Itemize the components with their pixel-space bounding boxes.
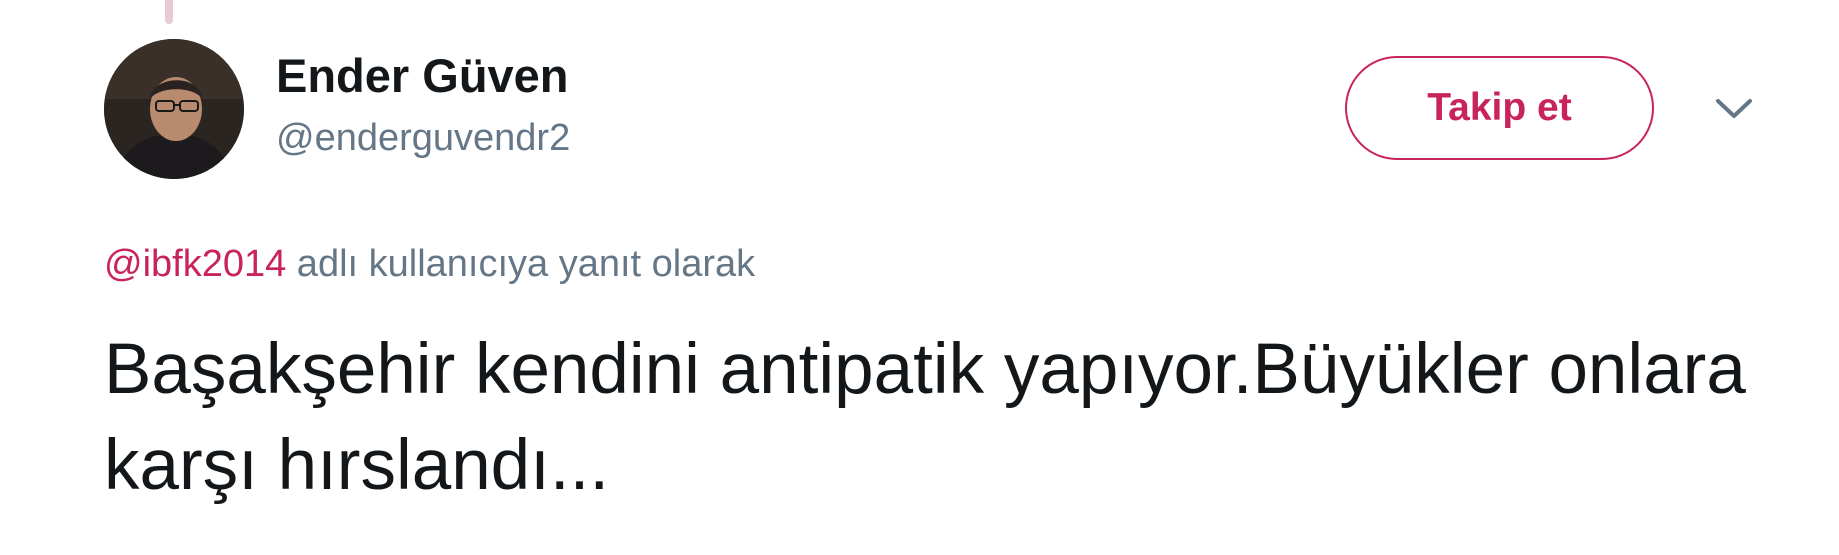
chevron-down-icon[interactable] bbox=[1714, 96, 1754, 122]
thread-connector-line bbox=[165, 0, 173, 24]
profile-photo-icon bbox=[104, 39, 244, 179]
reply-mention-link[interactable]: @ibfk2014 bbox=[104, 243, 286, 285]
follow-button[interactable]: Takip et bbox=[1345, 56, 1654, 160]
reply-context: @ibfk2014 adlı kullanıcıya yanıt olarak bbox=[104, 243, 755, 286]
display-name[interactable]: Ender Güven bbox=[276, 48, 569, 103]
user-handle[interactable]: @enderguvendr2 bbox=[276, 117, 570, 160]
avatar[interactable] bbox=[104, 39, 244, 179]
tweet-text: Başakşehir kendini antipatik yapıyor.Büy… bbox=[104, 330, 1746, 505]
reply-context-text: adlı kullanıcıya yanıt olarak bbox=[286, 243, 756, 285]
